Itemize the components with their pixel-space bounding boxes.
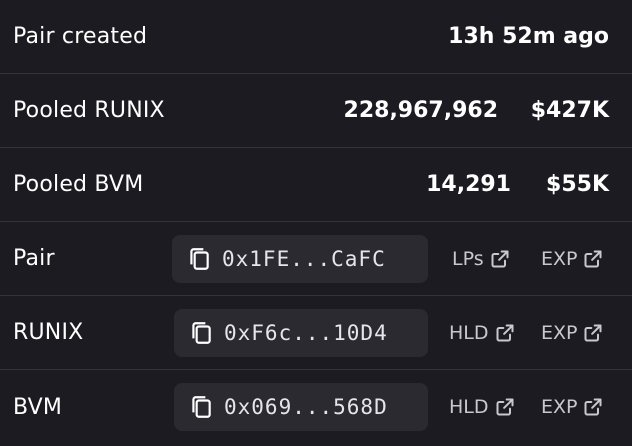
pooled-runix-usd: $427K [530,98,609,123]
external-link-icon [583,323,603,343]
row-pair-created: Pair created 13h 52m ago [0,0,632,74]
bvm-address: 0x069...568D [224,395,388,419]
runix-address: 0xF6c...10D4 [224,320,388,345]
row-pair: Pair 0x1FE...CaFC LPs EXP [0,222,632,296]
bvm-exp-link[interactable]: EXP [541,396,603,418]
runix-exp-link[interactable]: EXP [541,322,603,344]
pair-info-panel: Pair created 13h 52m ago Pooled RUNIX 22… [0,0,632,446]
bvm-address-copy-button[interactable]: 0x069...568D [174,383,428,431]
row-pooled-bvm: Pooled BVM 14,291 $55K [0,148,632,222]
runix-label: RUNIX [13,320,84,345]
pair-exp-label: EXP [541,247,578,270]
bvm-hld-label: HLD [449,396,489,418]
row-bvm: BVM 0x069...568D HLD EXP [0,370,632,444]
external-link-icon [495,323,515,343]
runix-exp-label: EXP [541,321,578,344]
bvm-exp-label: EXP [541,396,578,418]
external-link-icon [583,397,603,417]
external-link-icon [495,397,515,417]
bvm-label: BVM [13,394,63,420]
runix-address-copy-button[interactable]: 0xF6c...10D4 [174,308,428,357]
pair-exp-link[interactable]: EXP [541,248,603,270]
runix-hld-link[interactable]: HLD [449,322,515,344]
pair-created-label: Pair created [13,24,148,49]
pair-created-value: 13h 52m ago [448,24,609,49]
row-pooled-runix: Pooled RUNIX 228,967,962 $427K [0,74,632,148]
copy-icon [188,320,214,346]
pooled-bvm-usd: $55K [546,172,609,197]
row-runix: RUNIX 0xF6c...10D4 HLD EXP [0,296,632,370]
bvm-hld-link[interactable]: HLD [449,396,515,418]
pooled-runix-label: Pooled RUNIX [13,98,165,123]
pooled-runix-amount: 228,967,962 [343,98,498,123]
external-link-icon [490,249,510,269]
pair-address: 0x1FE...CaFC [222,246,386,271]
pair-lps-label: LPs [452,247,484,270]
copy-icon [188,394,214,420]
pooled-bvm-amount: 14,291 [426,172,511,197]
pair-lps-link[interactable]: LPs [452,248,510,270]
external-link-icon [583,249,603,269]
runix-hld-label: HLD [449,321,489,344]
pair-label: Pair [13,246,55,271]
pooled-bvm-label: Pooled BVM [13,172,144,197]
pair-address-copy-button[interactable]: 0x1FE...CaFC [172,234,428,283]
copy-icon [186,246,212,272]
